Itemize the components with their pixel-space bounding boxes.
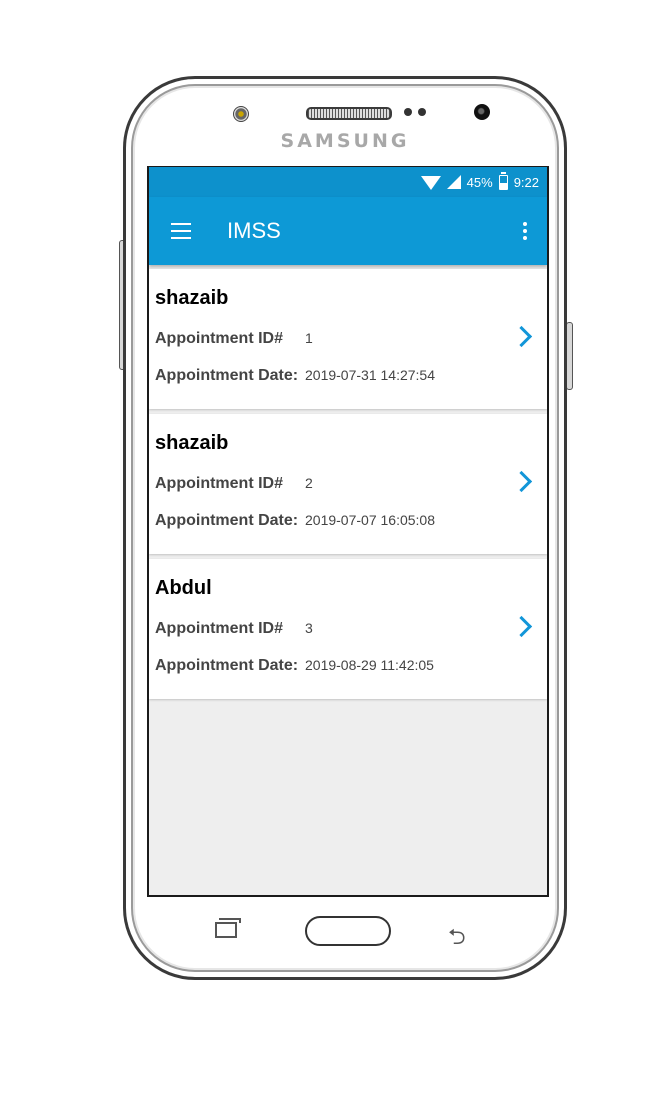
appointment-id-label: Appointment ID# (155, 620, 283, 637)
sensor-dot (404, 108, 412, 116)
appointment-date-value: 2019-08-29 11:42:05 (305, 657, 434, 673)
back-icon[interactable]: ⮌ (448, 920, 466, 958)
chevron-right-icon[interactable] (510, 325, 533, 348)
patient-name: shazaib (155, 432, 229, 454)
overflow-menu-icon[interactable] (523, 222, 527, 240)
wifi-icon (420, 176, 441, 190)
brand-logo: SAMSUNG (280, 130, 410, 152)
app-bar: IMSS (149, 197, 547, 265)
appointment-card[interactable]: Abdul Appointment ID# 3 Appointment Date… (149, 559, 547, 699)
front-camera-icon (233, 106, 249, 122)
sensor-dot (418, 108, 426, 116)
appointment-id-value: 1 (305, 330, 313, 346)
appointment-id-label: Appointment ID# (155, 330, 283, 347)
camera-lens-icon (474, 104, 490, 120)
chevron-right-icon[interactable] (510, 615, 533, 638)
battery-icon (498, 171, 508, 190)
appointment-id-label: Appointment ID# (155, 475, 283, 492)
status-bar: x 45% 9:22 (149, 167, 547, 197)
appointment-card[interactable]: shazaib Appointment ID# 2 Appointment Da… (149, 414, 547, 554)
appointment-list: shazaib Appointment ID# 1 Appointment Da… (149, 269, 547, 699)
appointment-date-value: 2019-07-31 14:27:54 (305, 367, 435, 383)
clock: 9:22 (513, 174, 539, 190)
battery-percent: 45% (466, 174, 493, 190)
appointment-date-label: Appointment Date: (155, 657, 299, 674)
app-title: IMSS (227, 218, 281, 243)
patient-name: Abdul (155, 577, 212, 599)
appointment-date-value: 2019-07-07 16:05:08 (305, 512, 435, 528)
appointment-date-label: Appointment Date: (155, 367, 299, 384)
screen: x 45% 9:22 IMSS shazaib Appointment ID# … (147, 166, 549, 897)
chevron-right-icon[interactable] (510, 470, 533, 493)
appointment-id-value: 2 (305, 475, 313, 491)
appointment-id-value: 3 (305, 620, 313, 636)
home-button[interactable] (305, 916, 391, 946)
no-signal-mark: x (445, 167, 450, 168)
hamburger-menu-icon[interactable] (171, 223, 191, 239)
recent-apps-icon[interactable] (215, 918, 241, 938)
power-button (566, 322, 573, 390)
patient-name: shazaib (155, 287, 229, 309)
earpiece-speaker (306, 107, 392, 120)
appointment-date-label: Appointment Date: (155, 512, 299, 529)
device-mockup: SAMSUNG x 45% 9:22 IMSS shazaib Appointm… (0, 0, 659, 1096)
appointment-card[interactable]: shazaib Appointment ID# 1 Appointment Da… (149, 269, 547, 409)
signal-icon: x (445, 167, 461, 189)
